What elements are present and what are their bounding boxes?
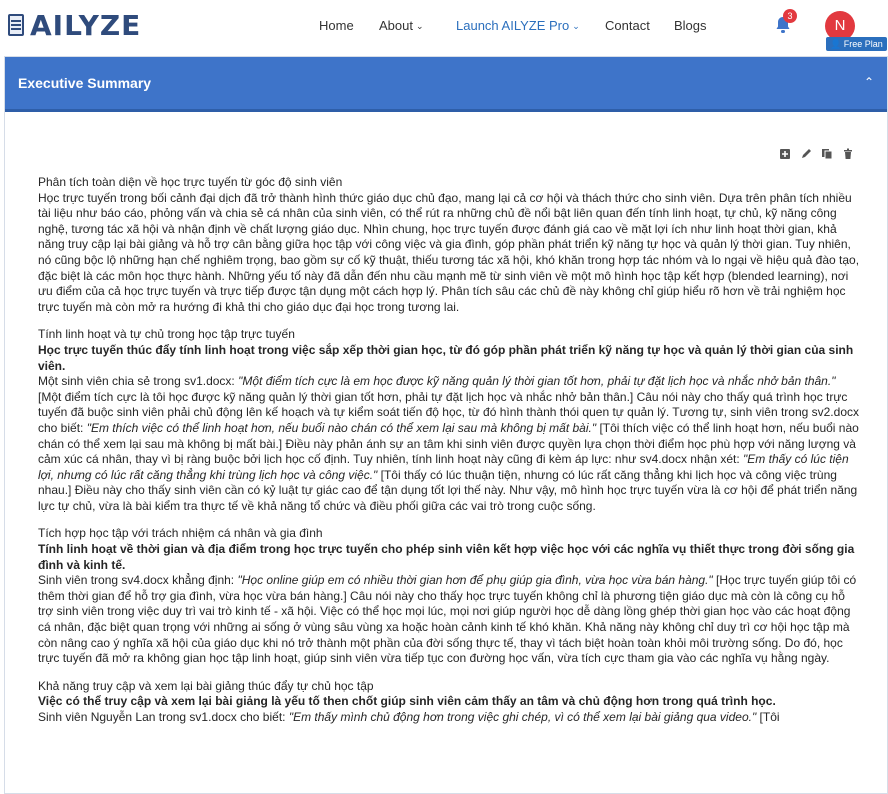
section-heading: Tính linh hoạt và tự chủ trong học tập t… — [38, 327, 295, 342]
panel-title: Executive Summary — [18, 75, 152, 91]
trash-icon[interactable] — [842, 147, 854, 159]
plan-badge[interactable]: 👤 Free Plan — [826, 37, 887, 51]
section-body: Sinh viên trong sv4.docx khẳng định: "Họ… — [38, 573, 860, 667]
copy-icon[interactable] — [821, 147, 833, 160]
nav-launch-pro[interactable]: Launch AILYZE Pro ⌄ — [456, 18, 580, 33]
quote-text: "Em thích việc có thể linh hoạt hơn, nếu… — [86, 420, 597, 435]
nav-launch-pro-label: Launch AILYZE Pro — [456, 18, 570, 33]
section-heading: Phân tích toàn diện về học trực tuyến từ… — [38, 175, 343, 189]
quote-text: "Một điểm tích cực là em học được kỹ năn… — [238, 374, 836, 389]
document-icon — [6, 12, 28, 38]
notification-count-badge: 3 — [783, 9, 797, 23]
panel-header[interactable]: Executive Summary ⌃ — [5, 57, 887, 112]
nav-home[interactable]: Home — [319, 18, 354, 33]
body-text: [Tôi — [756, 710, 780, 724]
summary-content: Phân tích toàn diện về học trực tuyến từ… — [38, 175, 860, 726]
nav-contact[interactable]: Contact — [605, 18, 650, 33]
chevron-down-icon: ⌄ — [415, 21, 424, 31]
body-text: Sinh viên trong sv4.docx khẳng định: — [38, 573, 238, 588]
body-text: Một sinh viên chia sẻ trong sv1.docx: — [38, 374, 239, 389]
nav-about-label: About — [379, 18, 413, 33]
summary-section: Khả năng truy cập và xem lại bài giảng t… — [38, 679, 860, 726]
top-navbar: AILYZE Home About ⌄ Launch AILYZE Pro ⌄ Co… — [0, 0, 888, 52]
brand-logo[interactable]: AILYZE — [6, 8, 141, 42]
section-key-point: Học trực tuyến thúc đẩy tính linh hoạt t… — [38, 342, 854, 373]
nav-about[interactable]: About ⌄ — [379, 18, 424, 33]
chevron-up-icon[interactable]: ⌃ — [864, 75, 874, 89]
section-key-point: Tính linh hoạt về thời gian và địa điểm … — [38, 542, 855, 572]
section-heading: Tích hợp học tập với trách nhiệm cá nhân… — [38, 526, 323, 541]
section-body: Sinh viên Nguyễn Lan trong sv1.docx cho … — [38, 710, 860, 726]
add-box-icon[interactable] — [779, 147, 791, 159]
quote-text: "Em thấy mình chủ động hơn trong việc gh… — [288, 710, 757, 724]
quote-text: "Học online giúp em có nhiều thời gian h… — [237, 573, 713, 588]
nav-blogs[interactable]: Blogs — [674, 18, 707, 33]
section-body: Học trực tuyến trong bối cảnh đại dịch đ… — [38, 190, 860, 314]
executive-summary-panel: Executive Summary ⌃ Phân tích toàn diện … — [4, 56, 888, 794]
plan-label: Free Plan — [843, 39, 883, 49]
summary-section: Tính linh hoạt và tự chủ trong học tập t… — [38, 327, 860, 514]
summary-section: Phân tích toàn diện về học trực tuyến từ… — [38, 175, 860, 315]
summary-section: Tích hợp học tập với trách nhiệm cá nhân… — [38, 526, 860, 666]
chevron-down-icon: ⌄ — [572, 21, 580, 31]
body-text: Sinh viên Nguyễn Lan trong sv1.docx cho … — [38, 710, 289, 724]
section-heading: Khả năng truy cập và xem lại bài giảng t… — [38, 678, 374, 693]
brand-name: AILYZE — [30, 8, 142, 42]
panel-toolbar — [779, 147, 854, 160]
edit-pencil-icon[interactable] — [800, 147, 812, 159]
section-key-point: Việc có thể truy cập và xem lại bài giản… — [38, 694, 776, 709]
section-body: Một sinh viên chia sẻ trong sv1.docx: "M… — [38, 374, 860, 514]
